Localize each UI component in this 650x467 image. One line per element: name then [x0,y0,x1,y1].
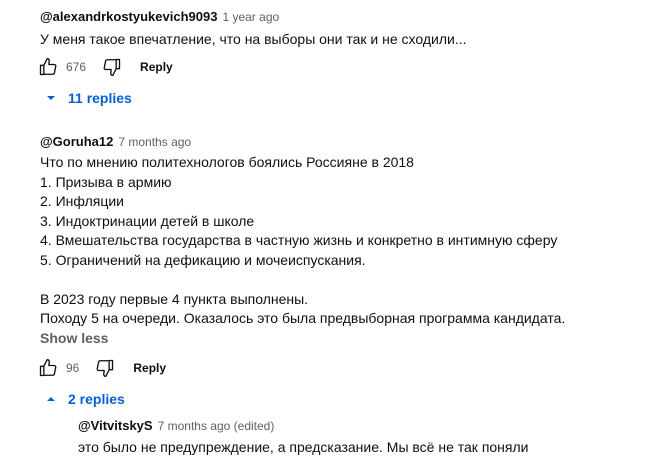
show-less-button[interactable]: Show less [40,330,108,346]
comment-line: Что по мнению политехнологов боялись Рос… [40,154,414,170]
chevron-down-icon [47,96,55,100]
hide-replies-button[interactable]: 2 replies [46,391,125,407]
comment-line: 5. Ограничений на дефикацию и мочеиспуск… [40,251,366,268]
comment-actions: 96 Reply [36,356,166,380]
comment-line: 3. Индоктринации детей в школе [40,212,255,229]
comment-header: @Goruha12 7 months ago [40,133,191,151]
comment-line: 1. Призыва в армию [40,173,172,190]
like-button[interactable] [36,356,60,380]
comment-time[interactable]: 7 months ago [118,135,191,149]
reply-text: это было не предупреждение, а предсказан… [78,439,529,455]
reply-button[interactable]: Reply [140,60,173,74]
replies-label: 11 replies [68,90,132,106]
comment-author[interactable]: @Goruha12 [40,134,113,149]
comment-line: В 2023 году первые 4 пункта выполнены. [40,290,309,307]
dislike-button[interactable] [93,356,117,380]
comment-text: У меня такое впечатление, что на выборы … [40,31,467,47]
thumbs-down-icon [103,58,121,77]
comment-header: @alexandrkostyukevich9093 1 year ago [40,8,279,26]
replies-label: 2 replies [68,391,125,407]
reply-header: @VitvitskyS 7 months ago (edited) [78,417,274,435]
thumbs-up-icon [39,58,57,76]
comment-time[interactable]: 1 year ago [222,10,279,24]
dislike-button[interactable] [100,55,124,79]
like-count: 96 [66,361,80,375]
thumbs-up-icon [39,359,57,377]
reply-time[interactable]: 7 months ago (edited) [158,419,275,433]
chevron-up-icon [47,397,55,401]
comment-author[interactable]: @alexandrkostyukevich9093 [40,9,217,24]
comment-line: 4. Вмешательства государства в частную ж… [40,232,558,248]
comment-line: Походу 5 на очереди. Оказалось это была … [40,310,566,326]
view-replies-button[interactable]: 11 replies [46,90,132,106]
comment-line: 2. Инфляции [40,193,124,209]
comment-actions: 676 Reply [36,55,173,79]
like-count: 676 [66,60,87,74]
comment-line-blank [40,270,565,290]
reply-author[interactable]: @VitvitskyS [78,418,153,433]
reply-button[interactable]: Reply [133,361,166,375]
like-button[interactable] [36,55,60,79]
comment-text: Что по мнению политехнологов боялись Рос… [40,153,565,329]
thumbs-down-icon [96,359,114,377]
